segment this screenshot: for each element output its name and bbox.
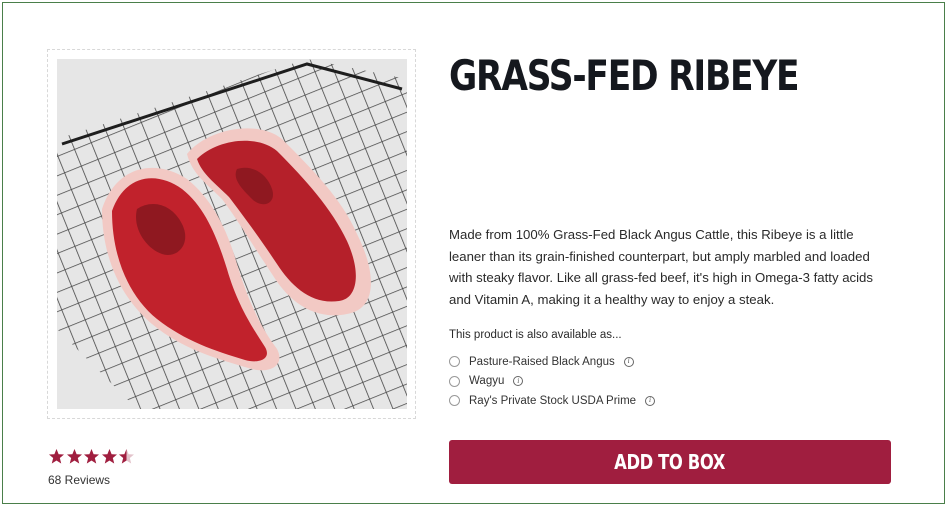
star-icon xyxy=(49,449,64,464)
product-image[interactable] xyxy=(57,59,407,409)
info-icon[interactable]: i xyxy=(513,376,524,387)
option-wagyu[interactable]: Wagyu i xyxy=(449,372,655,392)
add-to-box-button[interactable]: ADD TO BOX xyxy=(449,440,891,484)
option-pasture-raised-black-angus[interactable]: Pasture-Raised Black Angus i xyxy=(449,352,655,372)
product-description: Made from 100% Grass-Fed Black Angus Cat… xyxy=(449,227,873,307)
radio-button[interactable] xyxy=(449,375,460,387)
star-icon xyxy=(84,449,99,464)
star-icon xyxy=(119,449,134,464)
product-title: GRASS-FED RIBEYE xyxy=(449,51,800,100)
info-icon[interactable]: i xyxy=(645,395,656,406)
add-to-box-label: ADD TO BOX xyxy=(614,450,726,474)
reviews-count-link[interactable]: 68 Reviews xyxy=(48,473,110,487)
star-rating[interactable] xyxy=(48,448,136,465)
availability-options: Pasture-Raised Black Angus i Wagyu i Ray… xyxy=(449,352,656,411)
option-rays-private-stock-usda-prime[interactable]: Ray's Private Stock USDA Prime i xyxy=(449,391,656,411)
option-label: Pasture-Raised Black Angus xyxy=(469,355,615,368)
product-image-frame xyxy=(47,49,416,419)
availability-label: This product is also available as... xyxy=(449,329,622,341)
info-icon[interactable]: i xyxy=(623,356,634,367)
radio-button[interactable] xyxy=(449,395,460,407)
option-label: Wagyu xyxy=(469,375,505,388)
product-card: GRASS-FED RIBEYE Made from 100% Grass-Fe… xyxy=(2,2,945,504)
star-icon xyxy=(101,449,117,464)
star-icon xyxy=(66,449,82,464)
option-label: Ray's Private Stock USDA Prime xyxy=(469,394,637,407)
radio-button[interactable] xyxy=(449,356,460,368)
